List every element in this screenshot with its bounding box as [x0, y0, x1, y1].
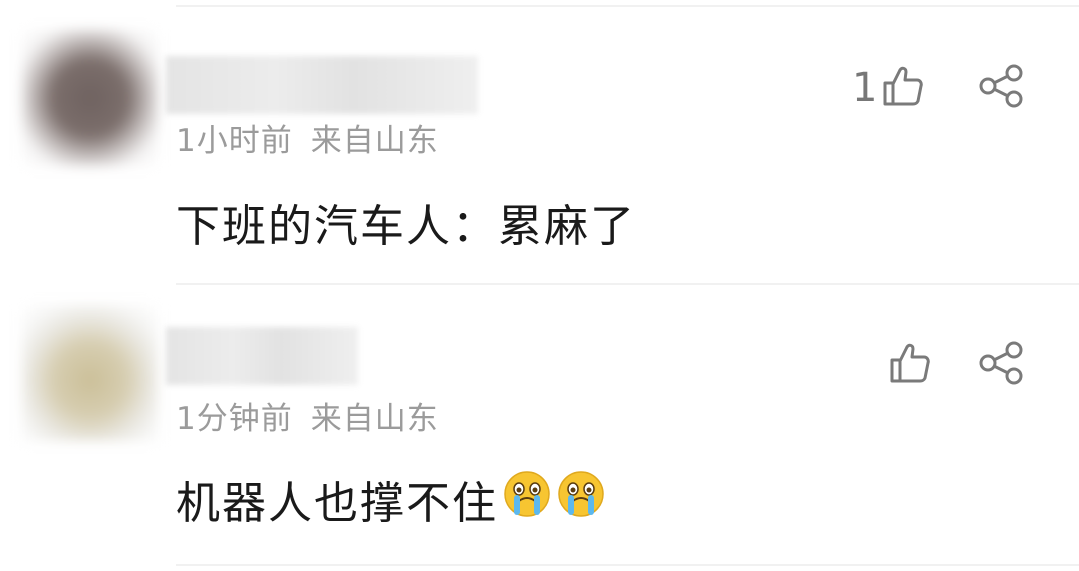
- share-icon[interactable]: [978, 341, 1026, 389]
- comment-time: 1分钟前: [176, 401, 293, 437]
- comment-location: 来自山东: [310, 123, 439, 159]
- bottom-divider: [176, 564, 1079, 566]
- comment-time: 1小时前: [176, 123, 293, 159]
- comment-location: 来自山东: [310, 401, 439, 437]
- username-blurred[interactable]: [166, 56, 478, 114]
- comment-text: 下班的汽车人：累麻了: [176, 190, 636, 254]
- comment-list: 1小时前 来自山东 下班的汽车人：累麻了 1 1分钟前 来自山东 机器人也撑不住: [0, 0, 1079, 571]
- crying-face-icon: [556, 469, 606, 530]
- comment-meta: 1分钟前 来自山东: [176, 393, 439, 438]
- like-button[interactable]: [888, 341, 932, 389]
- comment-text-body: 机器人也撑不住: [176, 478, 498, 529]
- avatar[interactable]: [22, 30, 158, 166]
- comment-text: 机器人也撑不住: [176, 467, 606, 531]
- avatar[interactable]: [22, 305, 158, 441]
- comment-item: 1分钟前 来自山东 机器人也撑不住: [0, 285, 1079, 571]
- comment-item: 1小时前 来自山东 下班的汽车人：累麻了 1: [0, 0, 1079, 285]
- comment-text-body: 下班的汽车人：累麻了: [176, 201, 636, 252]
- comment-meta: 1小时前 来自山东: [176, 115, 439, 160]
- crying-face-icon: [502, 469, 552, 530]
- like-count: 1: [852, 65, 878, 111]
- thumbs-up-icon: [881, 64, 925, 112]
- thumbs-up-icon: [888, 341, 932, 389]
- like-button[interactable]: 1: [852, 64, 925, 112]
- share-icon[interactable]: [978, 64, 1026, 112]
- username-blurred[interactable]: [166, 327, 358, 385]
